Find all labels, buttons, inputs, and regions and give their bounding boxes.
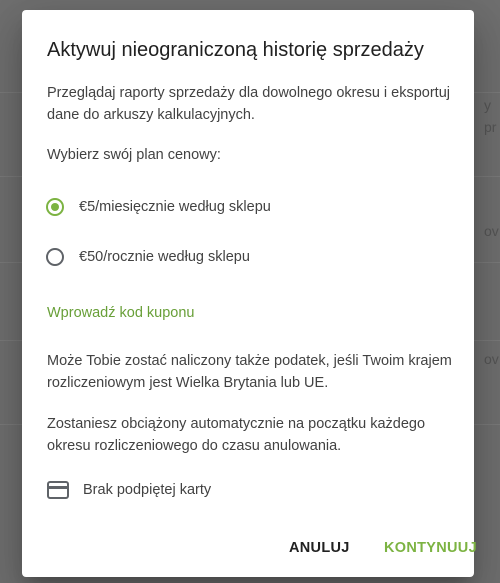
background-text: y: [484, 97, 491, 113]
continue-button[interactable]: KONTYNUUJ: [384, 538, 477, 558]
dialog-title: Aktywuj nieograniczoną historię sprzedaż…: [47, 39, 424, 61]
cancel-button[interactable]: ANULUJ: [289, 538, 350, 558]
radio-button-checked[interactable]: [46, 198, 64, 216]
enter-coupon-link[interactable]: Wprowadź kod kuponu: [47, 302, 195, 324]
plan-option-label: €5/miesięcznie według sklepu: [79, 199, 271, 215]
billing-note: Zostaniesz obciążony automatycznie na po…: [47, 416, 426, 454]
card-status-label: Brak podpiętej karty: [83, 482, 212, 498]
tax-note: Może Tobie zostać naliczony także podate…: [47, 353, 452, 391]
plan-option-yearly[interactable]: €50/rocznie według sklepu: [44, 243, 250, 271]
payment-card-status: Brak podpiętej karty: [47, 478, 211, 502]
plan-prompt: Wybierz swój plan cenowy:: [47, 147, 221, 163]
background-text: ov: [484, 223, 499, 239]
subscription-dialog: Aktywuj nieograniczoną historię sprzedaż…: [22, 10, 477, 577]
dialog-description: Przeglądaj raporty sprzedaży dla dowolne…: [47, 85, 450, 123]
radio-button-unchecked[interactable]: [46, 248, 64, 266]
plan-option-label: €50/rocznie według sklepu: [79, 249, 250, 265]
background-text: ov: [484, 351, 499, 367]
background-text: pr: [484, 119, 497, 135]
credit-card-icon: [47, 478, 69, 502]
plan-option-monthly[interactable]: €5/miesięcznie według sklepu: [44, 193, 271, 221]
